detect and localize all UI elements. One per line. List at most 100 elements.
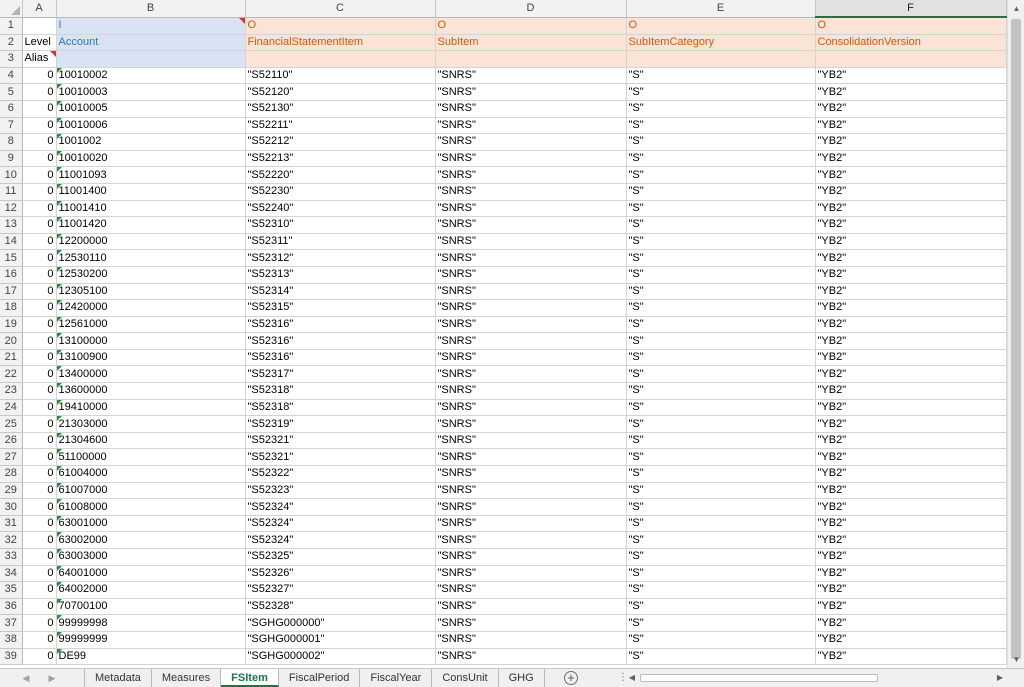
sub-item-category-cell[interactable]: "S" [626,399,816,417]
consolidation-version-cell[interactable]: "YB2" [815,283,1007,301]
sub-item-cell[interactable]: "SNRS" [435,415,627,433]
row-header[interactable]: 32 [0,531,23,549]
consolidation-version-cell[interactable]: "YB2" [815,565,1007,583]
sub-item-category-cell[interactable]: "S" [626,166,816,184]
sub-item-category-cell[interactable]: "S" [626,83,816,101]
sub-item-category-cell[interactable]: "S" [626,448,816,467]
output-marker-cell[interactable]: O [245,17,436,35]
level-cell[interactable]: 0 [22,233,57,251]
row-header[interactable]: 31 [0,515,23,533]
consolidation-version-cell[interactable]: "YB2" [815,482,1007,500]
sub-item-category-cell[interactable]: "S" [626,365,816,384]
fs-item-cell[interactable]: "S52317" [245,365,436,384]
sub-item-cell[interactable]: "SNRS" [435,266,627,284]
sub-item-category-cell[interactable]: "S" [626,316,816,334]
account-header-cell[interactable]: Account [56,34,246,52]
column-header-f[interactable]: F [815,0,1007,18]
column-header-e[interactable]: E [626,0,816,18]
sheet-tab-consunit[interactable]: ConsUnit [432,669,499,687]
sub-item-cell[interactable]: "SNRS" [435,316,627,334]
row-header[interactable]: 19 [0,316,23,334]
sub-item-header-cell[interactable]: SubItem [435,34,627,52]
alias-label-cell[interactable]: Alias [22,50,57,68]
account-cell[interactable]: 70700100 [56,598,246,616]
account-cell[interactable]: 1001002 [56,133,246,151]
consolidation-version-cell[interactable]: "YB2" [815,117,1007,135]
sub-item-category-cell[interactable]: "S" [626,415,816,433]
account-cell[interactable]: 51100000 [56,448,246,467]
fs-item-cell[interactable]: "SGHG000000" [245,614,436,632]
sub-item-category-cell[interactable]: "S" [626,382,816,400]
sub-item-cell[interactable]: "SNRS" [435,365,627,384]
sub-item-cell[interactable]: "SNRS" [435,83,627,101]
account-cell[interactable]: 10010005 [56,100,246,118]
sub-item-category-cell[interactable]: "S" [626,233,816,251]
sheet-tab-fiscalperiod[interactable]: FiscalPeriod [278,669,361,687]
row-header[interactable]: 7 [0,117,23,135]
row-header[interactable]: 30 [0,498,23,516]
consolidation-version-cell[interactable]: "YB2" [815,399,1007,417]
fs-item-cell[interactable]: "S52110" [245,67,436,85]
cell-c3[interactable] [245,50,436,68]
consolidation-version-cell[interactable]: "YB2" [815,631,1007,649]
account-cell[interactable]: 12530200 [56,266,246,284]
sub-item-category-cell[interactable]: "S" [626,200,816,218]
level-cell[interactable]: 0 [22,166,57,184]
account-cell[interactable]: 13100900 [56,349,246,367]
consolidation-version-cell[interactable]: "YB2" [815,67,1007,85]
row-header[interactable]: 27 [0,448,23,467]
consolidation-version-cell[interactable]: "YB2" [815,150,1007,168]
triangle-up-icon[interactable]: ▲ [1008,0,1024,17]
consolidation-version-cell[interactable]: "YB2" [815,465,1007,483]
sub-item-category-cell[interactable]: "S" [626,548,816,566]
level-cell[interactable]: 0 [22,266,57,284]
prev-sheet-icon[interactable]: ◀ [20,672,32,684]
sub-item-cell[interactable]: "SNRS" [435,233,627,251]
row-header[interactable]: 3 [0,50,23,68]
cell-e3[interactable] [626,50,816,68]
level-cell[interactable]: 0 [22,117,57,135]
level-cell[interactable]: 0 [22,515,57,533]
fs-item-cell[interactable]: "S52318" [245,382,436,400]
consolidation-version-cell[interactable]: "YB2" [815,432,1007,450]
consolidation-version-cell[interactable]: "YB2" [815,299,1007,317]
row-header[interactable]: 1 [0,17,23,35]
sub-item-category-header-cell[interactable]: SubItemCategory [626,34,816,52]
cell-f3[interactable] [815,50,1007,68]
sub-item-cell[interactable]: "SNRS" [435,117,627,135]
fs-item-cell[interactable]: "S52230" [245,183,436,201]
sub-item-category-cell[interactable]: "S" [626,299,816,317]
level-cell[interactable]: 0 [22,349,57,367]
sub-item-category-cell[interactable]: "S" [626,565,816,583]
level-cell[interactable]: 0 [22,382,57,400]
sub-item-cell[interactable]: "SNRS" [435,283,627,301]
consolidation-version-cell[interactable]: "YB2" [815,598,1007,616]
triangle-right-icon[interactable]: ▶ [994,671,1006,685]
account-cell[interactable]: 63001000 [56,515,246,533]
level-cell[interactable]: 0 [22,67,57,85]
column-header-c[interactable]: C [245,0,436,18]
account-cell[interactable]: 10010003 [56,83,246,101]
level-cell[interactable]: 0 [22,399,57,417]
sub-item-cell[interactable]: "SNRS" [435,498,627,516]
account-cell[interactable]: 21304600 [56,432,246,450]
row-header[interactable]: 16 [0,266,23,284]
consolidation-version-cell[interactable]: "YB2" [815,531,1007,549]
row-header[interactable]: 14 [0,233,23,251]
sub-item-category-cell[interactable]: "S" [626,432,816,450]
sheet-tab-fsitem[interactable]: FSItem [221,669,279,687]
fs-item-cell[interactable]: "S52324" [245,531,436,549]
row-header[interactable]: 10 [0,166,23,184]
sub-item-cell[interactable]: "SNRS" [435,432,627,450]
sub-item-cell[interactable]: "SNRS" [435,482,627,500]
consolidation-version-cell[interactable]: "YB2" [815,415,1007,433]
sub-item-category-cell[interactable]: "S" [626,67,816,85]
account-cell[interactable]: 63002000 [56,531,246,549]
account-cell[interactable]: 61007000 [56,482,246,500]
row-header[interactable]: 34 [0,565,23,583]
sub-item-cell[interactable]: "SNRS" [435,382,627,400]
row-header[interactable]: 23 [0,382,23,400]
sub-item-category-cell[interactable]: "S" [626,498,816,516]
row-header[interactable]: 13 [0,216,23,234]
consolidation-version-cell[interactable]: "YB2" [815,349,1007,367]
